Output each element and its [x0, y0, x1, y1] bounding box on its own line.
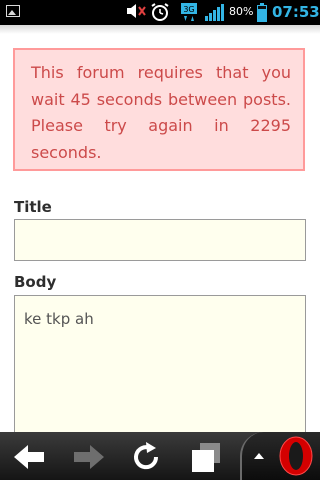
body-textarea[interactable]: ke tkp ah	[14, 295, 306, 445]
network-label: 3G	[183, 5, 194, 14]
error-message-box: This forum requires that you wait 45 sec…	[13, 48, 305, 171]
clock: 07:53	[272, 3, 320, 21]
up-arrow-icon	[254, 453, 264, 459]
body-label: Body	[14, 273, 57, 291]
title-label: Title	[14, 198, 52, 216]
forward-icon[interactable]	[68, 440, 108, 474]
browser-toolbar	[0, 432, 320, 480]
alarm-icon	[151, 3, 169, 21]
opera-logo-icon	[279, 436, 313, 476]
tabs-icon[interactable]	[186, 440, 226, 474]
statusbar-shadow	[0, 25, 320, 34]
battery-icon	[257, 3, 267, 22]
opera-menu-button[interactable]	[240, 432, 320, 480]
back-icon[interactable]	[10, 440, 50, 474]
reload-icon[interactable]	[126, 440, 166, 474]
network-3g-icon: 3G	[181, 3, 197, 21]
gallery-icon	[6, 5, 20, 17]
status-bar: 3G 80% 07:53	[0, 0, 320, 25]
battery-percent: 80%	[229, 5, 254, 18]
title-input[interactable]	[14, 219, 306, 261]
error-message: This forum requires that you wait 45 sec…	[31, 63, 291, 162]
signal-icon	[205, 4, 224, 21]
notification-area	[6, 5, 20, 17]
speaker-muted-icon	[127, 4, 146, 18]
